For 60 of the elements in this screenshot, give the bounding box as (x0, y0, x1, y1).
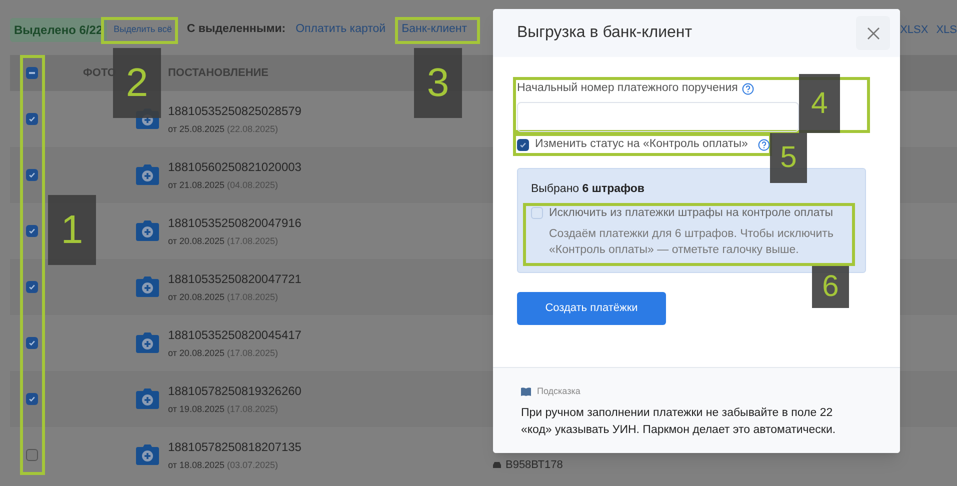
checkbox[interactable] (26, 393, 38, 405)
check-icon (28, 339, 36, 347)
checkbox-label: Изменить статус на «Контроль оплаты» (535, 138, 748, 152)
resolution-number: 18810535250820047721 (168, 270, 302, 288)
help-icon[interactable] (742, 82, 754, 95)
license-plate: В958ВТ178 (505, 458, 563, 472)
hint-title: Подсказка (537, 385, 580, 398)
export-link[interactable]: XLS (936, 22, 957, 38)
close-button[interactable] (856, 16, 890, 50)
export-link[interactable]: XLSX (900, 22, 928, 38)
checkbox[interactable] (26, 337, 38, 349)
check-icon (28, 115, 36, 123)
step-number-badge: 3 (414, 48, 462, 118)
modal-title: Выгрузка в банк-клиент (517, 23, 692, 43)
resolution-number: 18810560250821020003 (168, 158, 302, 176)
camera-icon (135, 388, 160, 410)
close-icon (866, 26, 880, 40)
check-icon (519, 140, 527, 149)
camera-icon (135, 444, 160, 466)
step-number-badge: 5 (770, 133, 807, 183)
info-note: Создаём платежки для 6 штрафов. Чтобы исключить «Контроль оплаты» — отметьте галочку выше. (549, 226, 834, 258)
action-link[interactable]: Оплатить картой (296, 21, 386, 39)
hint-text: При ручном заполнении платежки не забывайте в поле 22 «код» указывать УИН. Паркмон делает это автоматически. (521, 406, 837, 438)
dash-icon (29, 72, 35, 74)
step-number-badge: 1 (48, 195, 96, 265)
action-link[interactable]: Банк-клиент (402, 21, 468, 39)
with-selected-label: С выделенными: (186, 22, 286, 38)
check-icon (28, 227, 36, 235)
checkbox[interactable] (517, 138, 529, 151)
step-number-badge: 4 (799, 74, 840, 133)
camera-icon (135, 332, 160, 354)
resolution-number: 18810535250820047916 (168, 214, 302, 232)
checkbox[interactable] (26, 449, 38, 461)
step-number-badge: 2 (113, 48, 161, 118)
car-icon (492, 460, 502, 469)
help-icon[interactable] (758, 138, 770, 151)
camera-icon (135, 220, 160, 242)
resolution-number: 18810535250820045417 (168, 326, 302, 344)
select-all-link[interactable]: Выделить всё (110, 23, 175, 37)
field-label: Начальный номер платежного поручения (517, 81, 738, 96)
resolution-number: 18810535250825028579 (168, 102, 302, 120)
checkbox-label: Исключить из платежки штрафы на контроле оплаты (549, 206, 834, 220)
camera-icon (135, 276, 160, 298)
info-title: Выбрано 6 штрафов (531, 182, 646, 198)
input-field[interactable] (517, 102, 799, 132)
check-icon (28, 171, 36, 179)
camera-icon (135, 164, 160, 186)
check-icon (28, 283, 36, 291)
checkbox[interactable] (26, 113, 38, 125)
resolution-number: 18810578250819326260 (168, 382, 302, 400)
checkbox[interactable] (26, 67, 38, 79)
checkbox[interactable] (26, 169, 38, 181)
create-payments-button[interactable]: Создать платёжки (517, 292, 666, 325)
book-icon (521, 387, 531, 396)
step-number-badge: 6 (812, 266, 849, 308)
checkbox[interactable] (26, 225, 38, 237)
check-icon (28, 395, 36, 403)
selected-count-badge: Выделено 6/22 (10, 18, 107, 42)
checkbox[interactable] (26, 281, 38, 293)
resolution-number: 18810578250818207135 (168, 438, 302, 456)
